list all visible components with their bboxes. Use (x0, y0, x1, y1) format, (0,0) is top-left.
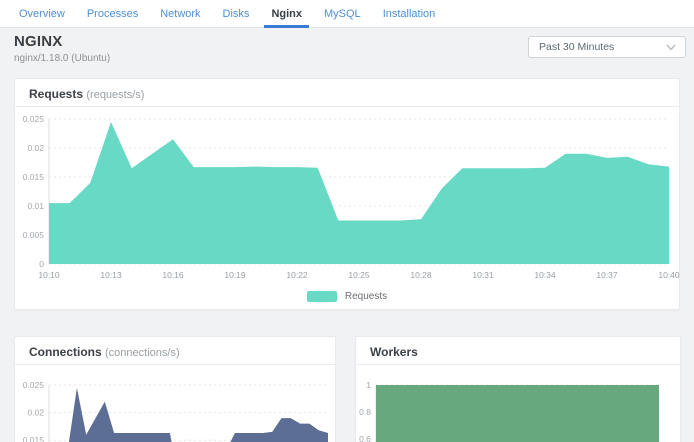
chart-title-unit: (connections/s) (105, 347, 180, 359)
legend-swatch (307, 291, 337, 302)
tab-disks[interactable]: Disks (212, 0, 261, 27)
svg-text:10:16: 10:16 (162, 270, 184, 280)
svg-text:0.02: 0.02 (27, 408, 44, 418)
svg-text:10:19: 10:19 (224, 270, 246, 280)
svg-text:0.015: 0.015 (23, 435, 45, 442)
svg-text:0.005: 0.005 (23, 230, 45, 240)
svg-text:10:13: 10:13 (100, 270, 122, 280)
divider (15, 106, 679, 107)
connections-chart-title: Connections (connections/s) (15, 337, 335, 363)
svg-text:10:10: 10:10 (38, 270, 60, 280)
svg-text:0.025: 0.025 (23, 115, 45, 124)
connections-card: Connections (connections/s) 0.025 0.02 0.0… (14, 336, 336, 442)
workers-chart-title: Workers (356, 337, 680, 363)
svg-text:0.025: 0.025 (23, 381, 45, 390)
divider (15, 364, 335, 365)
svg-text:0.02: 0.02 (27, 143, 44, 153)
workers-card: Workers 10.80.60.40.20 (355, 336, 681, 442)
page-subtitle: nginx/1.18.0 (Ubuntu) (14, 53, 110, 64)
svg-text:10:22: 10:22 (286, 270, 308, 280)
tab-bar: OverviewProcessesNetworkDisksNginxMySQLI… (0, 0, 694, 28)
page-header: NGINX nginx/1.18.0 (Ubuntu) (14, 33, 110, 64)
svg-text:0.8: 0.8 (359, 407, 371, 417)
svg-text:0.6: 0.6 (359, 434, 371, 442)
requests-card: Requests (requests/s) 0.025 0.02 0.015 0.01… (14, 78, 680, 310)
tab-network[interactable]: Network (149, 0, 211, 27)
monitoring-dashboard: OverviewProcessesNetworkDisksNginxMySQLI… (0, 0, 694, 442)
time-range-value: Past 30 Minutes (539, 41, 614, 53)
svg-text:1: 1 (366, 381, 371, 390)
svg-text:10:31: 10:31 (472, 270, 494, 280)
chevron-down-icon (666, 44, 676, 51)
tab-overview[interactable]: Overview (8, 0, 76, 27)
page-title: NGINX (14, 33, 110, 50)
svg-text:10:28: 10:28 (410, 270, 432, 280)
chart-title-text: Workers (370, 345, 418, 359)
requests-legend[interactable]: Requests (15, 291, 679, 302)
chart-title-text: Requests (29, 87, 83, 101)
divider (356, 364, 680, 365)
svg-text:10:37: 10:37 (596, 270, 618, 280)
legend-label: Requests (345, 291, 387, 302)
connections-chart: 0.0250.020.0150.010.0050 (15, 381, 335, 442)
svg-text:10:34: 10:34 (534, 270, 556, 280)
tab-installation[interactable]: Installation (372, 0, 447, 27)
requests-chart: 0.025 0.02 0.015 0.01 0.005 010:10 10:13 10:16 1… (15, 115, 679, 287)
chart-title-unit: (requests/s) (86, 89, 144, 101)
time-range-select[interactable]: Past 30 Minutes (528, 36, 686, 58)
svg-text:0.015: 0.015 (23, 172, 45, 182)
svg-text:10:40: 10:40 (658, 270, 680, 280)
svg-text:0.01: 0.01 (27, 201, 44, 211)
tab-mysql[interactable]: MySQL (313, 0, 372, 27)
workers-chart: 10.80.60.40.20 (356, 381, 680, 442)
tab-processes[interactable]: Processes (76, 0, 149, 27)
chart-title-text: Connections (29, 345, 102, 359)
svg-text:0: 0 (39, 259, 44, 269)
svg-text:10:25: 10:25 (348, 270, 370, 280)
tab-nginx[interactable]: Nginx (260, 0, 313, 27)
requests-chart-title: Requests (requests/s) (15, 79, 679, 105)
